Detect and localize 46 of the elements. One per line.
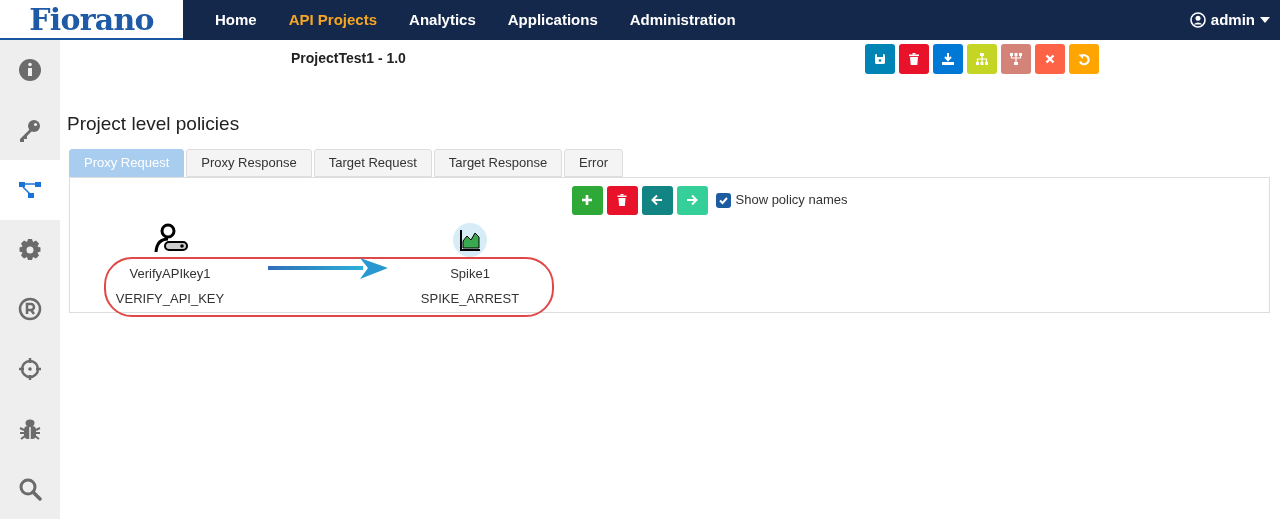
nav-link[interactable]: API Projects [272,8,394,32]
save-button[interactable] [864,44,895,74]
sidebar-item[interactable] [0,159,60,220]
hierarchy-icon [974,52,989,66]
crosshair-icon [18,357,42,382]
logo: Fiorano [29,0,154,39]
nav-link[interactable]: Applications [491,8,614,32]
delete-button[interactable] [898,44,929,74]
tab[interactable]: Target Response [433,148,563,177]
tab[interactable]: Target Request [313,148,432,177]
section-heading: Project level policies [67,112,241,136]
move-left-button[interactable] [641,185,673,215]
arrow-left-icon [651,194,663,206]
search-icon [18,477,42,502]
download-icon [940,52,955,66]
info-icon [18,57,42,82]
trash-icon [906,52,921,66]
show-names-checkbox[interactable]: Show policy names [715,190,848,210]
download-button[interactable] [932,44,963,74]
bug-icon [18,417,42,442]
close-button[interactable] [1034,44,1065,74]
key-icon [18,117,42,142]
arrow-right-icon [686,194,698,206]
settings-icon [18,237,42,262]
registered-icon [18,297,42,322]
tab[interactable]: Error [564,148,623,177]
nav-link[interactable]: Analytics [393,8,492,32]
policy-name: Spike1 [450,264,490,283]
nav-link[interactable]: Administration [613,8,752,32]
caret-icon [1260,17,1270,23]
area-chart-icon [452,221,488,258]
policy-type: VERIFY_API_KEY [115,290,225,308]
tree-icon [1008,52,1023,66]
policy-name: VerifyAPIkey1 [129,264,211,283]
user-menu[interactable]: admin [1189,8,1270,32]
remove-button[interactable] [606,185,638,215]
plus-icon [581,194,593,206]
trash-icon [616,194,628,206]
undo-icon [1076,52,1091,66]
project-title: ProjectTest1 - 1.0 [291,49,406,68]
tree-button[interactable] [1000,44,1031,74]
nav-link[interactable]: Home [199,8,273,32]
add-button[interactable] [571,185,603,215]
tab[interactable]: Proxy Response [186,148,312,177]
policy-type: SPIKE_ARREST [420,290,520,308]
user-icon [1189,12,1206,28]
